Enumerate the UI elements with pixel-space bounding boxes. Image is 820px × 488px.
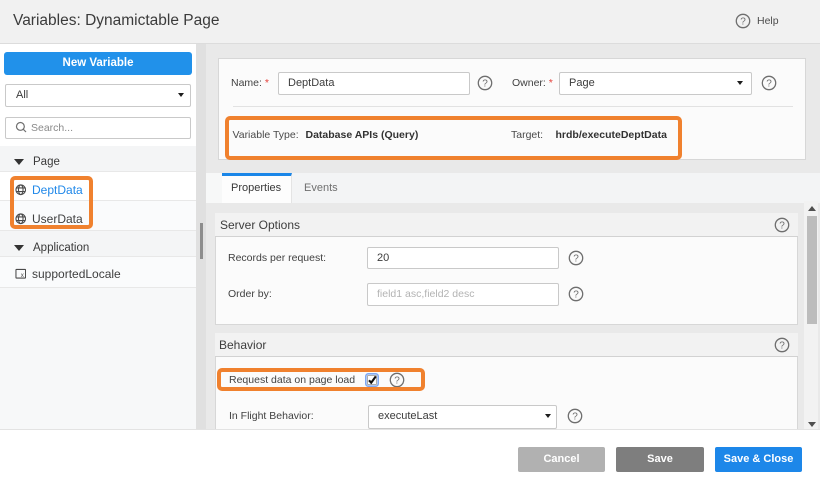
svg-text:?: ? <box>572 411 578 422</box>
svg-text:?: ? <box>482 78 488 89</box>
svg-text:?: ? <box>740 16 746 27</box>
svg-text:?: ? <box>573 289 579 300</box>
svg-text:?: ? <box>779 220 785 231</box>
svg-text:?: ? <box>779 340 785 351</box>
svg-text:?: ? <box>766 78 772 89</box>
svg-text:?: ? <box>573 253 579 264</box>
